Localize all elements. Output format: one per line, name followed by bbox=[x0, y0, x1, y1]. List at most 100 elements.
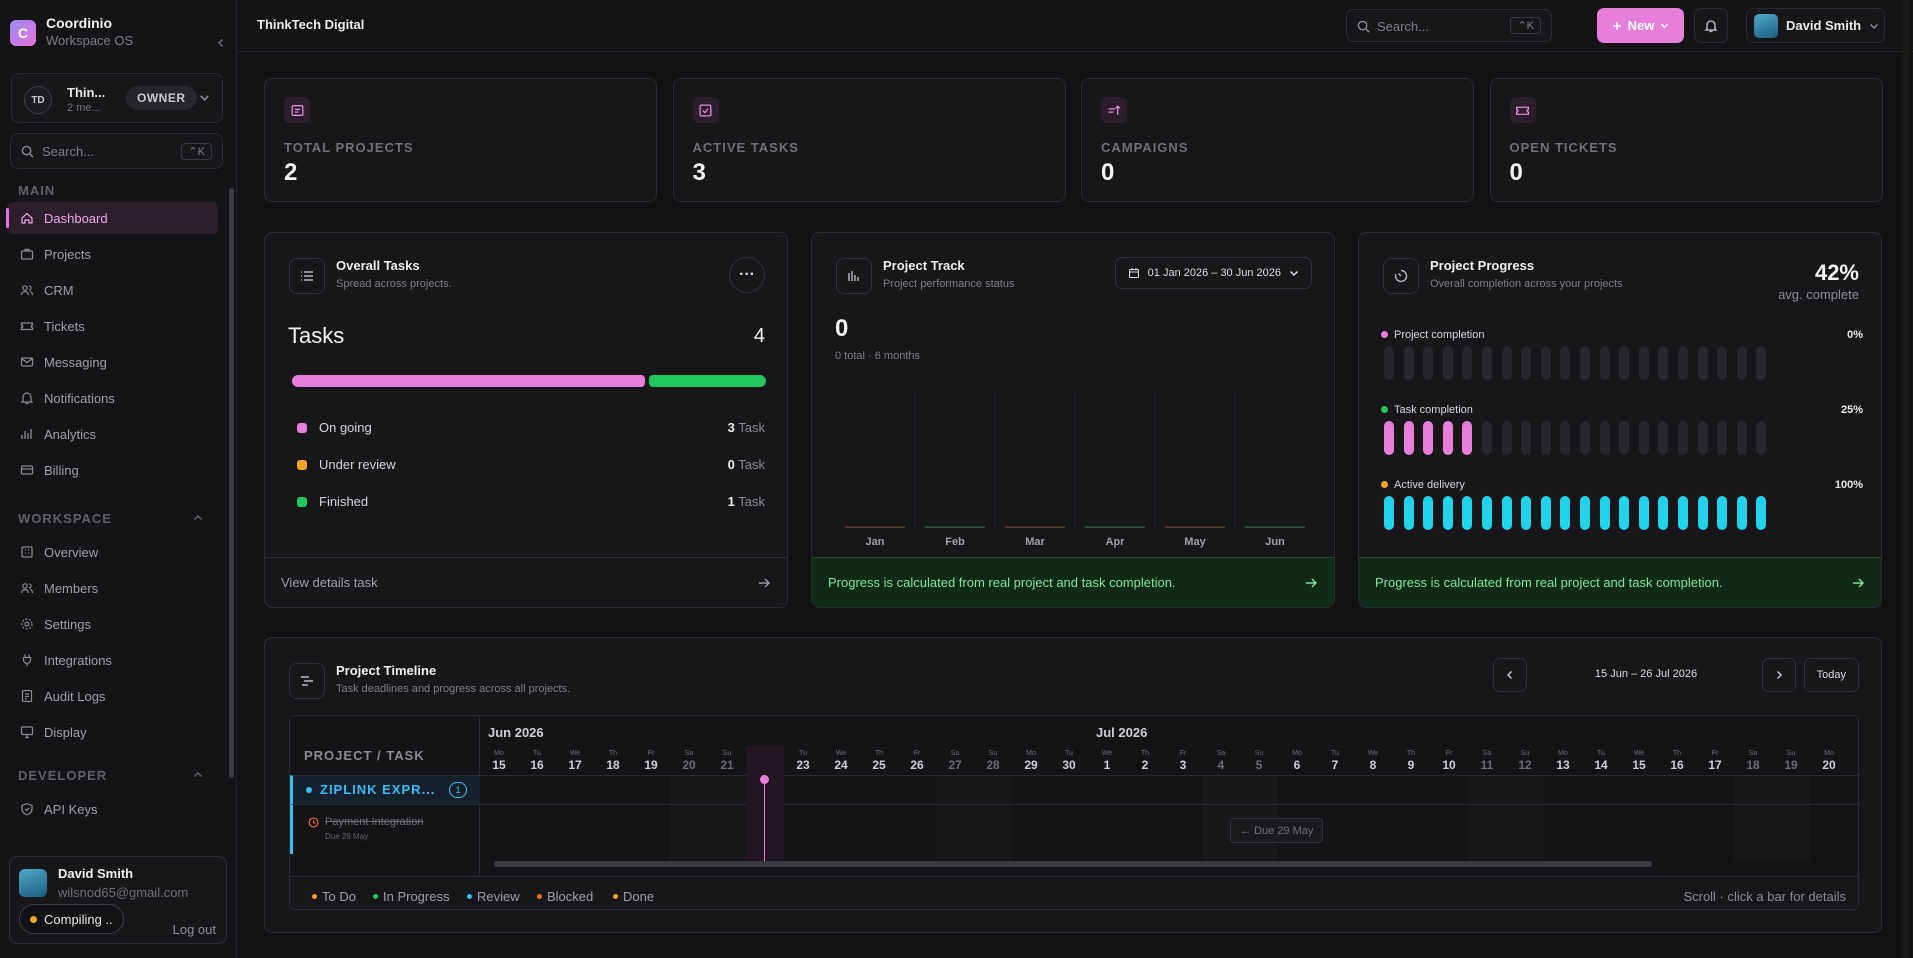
day-column[interactable]: Fr 17 bbox=[1696, 749, 1734, 772]
search-input[interactable]: Search... bbox=[1377, 19, 1429, 34]
sidebar-item-notifications[interactable]: Notifications bbox=[7, 382, 218, 414]
timeline-scrollbar[interactable] bbox=[486, 861, 1854, 867]
progress-info-link[interactable]: Progress is calculated from real project… bbox=[812, 557, 1334, 607]
bar[interactable] bbox=[1085, 526, 1145, 529]
section-developer[interactable]: DEVELOPER bbox=[18, 768, 107, 783]
prev-range-button[interactable] bbox=[1493, 658, 1527, 692]
bar[interactable] bbox=[1245, 526, 1305, 529]
chevron-left-icon bbox=[1505, 670, 1515, 680]
chevron-up-icon[interactable] bbox=[193, 513, 203, 523]
stat-card-active-tasks[interactable]: ACTIVE TASKS 3 bbox=[672, 78, 1066, 202]
chevron-left-icon[interactable] bbox=[216, 38, 226, 48]
day-column[interactable]: Mo 20 bbox=[1810, 749, 1848, 772]
day-column[interactable]: Mo 15 bbox=[480, 749, 518, 772]
status-badge[interactable]: Compiling .. bbox=[19, 904, 124, 934]
day-column[interactable]: Fr 3 bbox=[1164, 749, 1202, 772]
global-search[interactable]: Search... ⌃K bbox=[1346, 9, 1552, 42]
brand[interactable]: C Coordinio Workspace OS bbox=[10, 14, 230, 54]
day-column[interactable]: Tu 16 bbox=[518, 749, 556, 772]
next-range-button[interactable] bbox=[1762, 658, 1796, 692]
day-column[interactable]: Th 16 bbox=[1658, 749, 1696, 772]
sidebar-item-settings[interactable]: Settings bbox=[7, 608, 218, 640]
day-column[interactable]: Th 18 bbox=[594, 749, 632, 772]
stat-card-campaigns[interactable]: CAMPAIGNS 0 bbox=[1081, 78, 1474, 202]
sidebar-item-billing[interactable]: Billing bbox=[7, 454, 218, 486]
section-workspace[interactable]: WORKSPACE bbox=[18, 511, 112, 526]
day-column[interactable]: We 15 bbox=[1620, 749, 1658, 772]
day-number: 20 bbox=[1822, 758, 1836, 772]
sidebar-item-dashboard[interactable]: Dashboard bbox=[6, 202, 218, 234]
day-column[interactable]: Th 2 bbox=[1126, 749, 1164, 772]
day-column[interactable]: Th 9 bbox=[1392, 749, 1430, 772]
day-column[interactable]: Su 12 bbox=[1506, 749, 1544, 772]
day-column[interactable]: Mo 6 bbox=[1278, 749, 1316, 772]
day-column[interactable]: Su 19 bbox=[1772, 749, 1810, 772]
day-column[interactable]: We 17 bbox=[556, 749, 594, 772]
project-row[interactable]: ZIPLINK EXPR... 1 bbox=[290, 775, 480, 804]
due-marker[interactable]: ← Due 29 May bbox=[1230, 818, 1324, 843]
sidebar-item-audit-logs[interactable]: Audit Logs bbox=[7, 680, 218, 712]
task-row[interactable]: Payment Integration Due 29 May bbox=[290, 804, 480, 854]
notifications-button[interactable] bbox=[1694, 8, 1728, 43]
stat-card-total-projects[interactable]: TOTAL PROJECTS 2 bbox=[264, 78, 657, 202]
today-button[interactable]: Today bbox=[1803, 658, 1859, 692]
day-column[interactable]: Fr 26 bbox=[898, 749, 936, 772]
sidebar-item-members[interactable]: Members bbox=[7, 572, 218, 604]
day-column[interactable]: We 24 bbox=[822, 749, 860, 772]
day-column[interactable]: Fr 19 bbox=[632, 749, 670, 772]
day-column[interactable]: Sa 27 bbox=[936, 749, 974, 772]
sidebar-scrollbar[interactable] bbox=[229, 188, 234, 778]
day-column[interactable]: Su 28 bbox=[974, 749, 1012, 772]
more-button[interactable]: ··· bbox=[729, 257, 765, 293]
org-switcher[interactable]: TD Thin... 2 me... OWNER bbox=[11, 73, 223, 123]
day-column[interactable]: Sa 4 bbox=[1202, 749, 1240, 772]
sidebar-item-tickets[interactable]: Tickets bbox=[7, 310, 218, 342]
sidebar-item-analytics[interactable]: Analytics bbox=[7, 418, 218, 450]
day-column[interactable]: Su 21 bbox=[708, 749, 746, 772]
day-column[interactable]: Sa 11 bbox=[1468, 749, 1506, 772]
sidebar-item-display[interactable]: Display bbox=[7, 716, 218, 748]
user-menu[interactable]: David Smith bbox=[1746, 8, 1885, 43]
day-column[interactable]: Sa 20 bbox=[670, 749, 708, 772]
search-input[interactable]: Search... bbox=[42, 144, 94, 159]
new-button[interactable]: New bbox=[1597, 8, 1684, 43]
stat-card-open-tickets[interactable]: OPEN TICKETS 0 bbox=[1489, 78, 1883, 202]
brand-logo: C bbox=[10, 20, 36, 46]
day-column[interactable]: Tu 14 bbox=[1582, 749, 1620, 772]
sidebar-item-api-keys[interactable]: API Keys bbox=[7, 793, 218, 825]
bar[interactable] bbox=[845, 526, 905, 529]
sidebar-item-projects[interactable]: Projects bbox=[7, 238, 218, 270]
day-column[interactable]: We 1 bbox=[1088, 749, 1126, 772]
divider bbox=[480, 775, 1858, 776]
chevron-up-icon[interactable] bbox=[193, 770, 203, 780]
bar[interactable] bbox=[925, 526, 985, 529]
day-number: 6 bbox=[1293, 758, 1301, 772]
day-column[interactable]: Tu 7 bbox=[1316, 749, 1354, 772]
page-scrollbar[interactable] bbox=[1902, 0, 1910, 958]
day-column[interactable]: Mo 13 bbox=[1544, 749, 1582, 772]
weekday-label: Sa bbox=[950, 750, 960, 757]
sidebar-search[interactable]: Search... ⌃K bbox=[10, 133, 223, 169]
sidebar-item-integrations[interactable]: Integrations bbox=[7, 644, 218, 676]
sidebar-item-messaging[interactable]: Messaging bbox=[7, 346, 218, 378]
day-column[interactable]: Su 5 bbox=[1240, 749, 1278, 772]
day-column[interactable]: Sa 18 bbox=[1734, 749, 1772, 772]
scrollbar-thumb[interactable] bbox=[494, 861, 1652, 867]
sidebar-item-overview[interactable]: Overview bbox=[7, 536, 218, 568]
avatar[interactable] bbox=[19, 869, 47, 897]
day-column[interactable]: Fr 10 bbox=[1430, 749, 1468, 772]
day-column[interactable]: Th 25 bbox=[860, 749, 898, 772]
day-column[interactable]: Tu 30 bbox=[1050, 749, 1088, 772]
sidebar-item-crm[interactable]: CRM bbox=[7, 274, 218, 306]
bar[interactable] bbox=[1005, 526, 1065, 529]
progress-info-link[interactable]: Progress is calculated from real project… bbox=[1359, 557, 1881, 607]
day-column[interactable]: Tu 23 bbox=[784, 749, 822, 772]
date-range-picker[interactable]: 01 Jan 2026 – 30 Jun 2026 bbox=[1114, 257, 1312, 289]
bar[interactable] bbox=[1165, 526, 1225, 529]
day-column[interactable]: We 8 bbox=[1354, 749, 1392, 772]
day-column[interactable]: Mo 29 bbox=[1012, 749, 1050, 772]
logout-button[interactable]: Log out bbox=[173, 922, 216, 937]
progress-pill bbox=[1599, 421, 1610, 455]
view-details-link[interactable]: View details task bbox=[265, 557, 787, 607]
weekday-label: Mo bbox=[494, 750, 504, 757]
